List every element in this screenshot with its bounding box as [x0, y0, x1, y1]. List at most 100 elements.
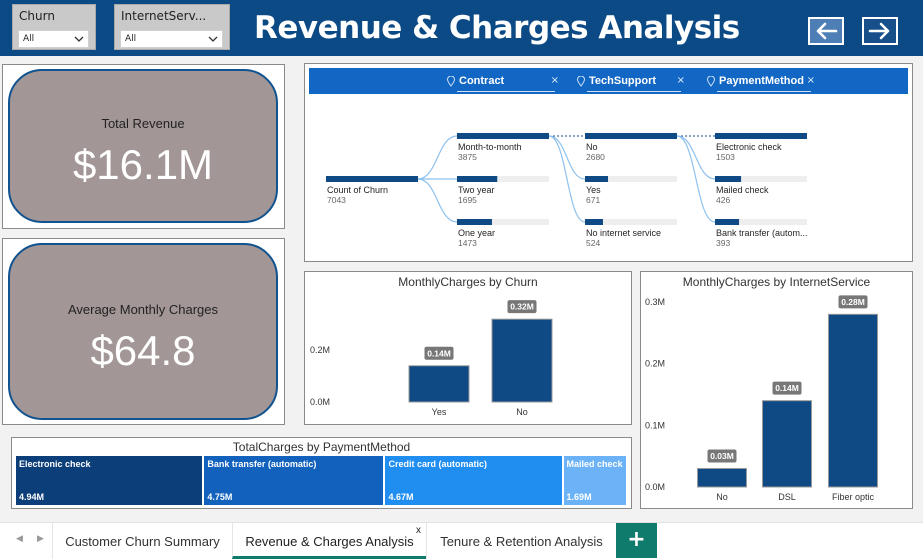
y-tick-label: 0.0M: [645, 482, 665, 492]
kpi-label: Average Monthly Charges: [67, 302, 219, 317]
tree-contract-node-value: 1473: [458, 238, 477, 248]
kpi-value: $16.1M: [72, 141, 214, 188]
x-tick-label: DSL: [778, 492, 796, 502]
tree-payment-node-bar: [715, 176, 742, 182]
tab-customer-churn-summary[interactable]: Customer Churn Summary: [52, 523, 232, 559]
decomposition-tree[interactable]: Contract × TechSupport × PaymentMethod ×…: [304, 63, 913, 262]
y-tick-label: 0.2M: [310, 345, 330, 355]
bar: [491, 318, 553, 403]
slicer-title: InternetServ...: [121, 9, 207, 23]
tree-techsupport-node-value: 2680: [586, 152, 605, 162]
slicer-value: All: [23, 34, 35, 44]
tree-techsupport-node-bar: [585, 219, 603, 225]
treemap-cell-value: 1.69M: [566, 492, 592, 502]
tree-link: [417, 135, 458, 180]
tab-revenue-charges-analysis[interactable]: Revenue & Charges Analysis x: [232, 523, 426, 559]
chevron-down-icon: [208, 36, 218, 42]
kpi-value: $64.8: [90, 327, 196, 374]
treemap-canvas: Electronic check 4.94M Bank transfer (auto…: [16, 438, 628, 508]
treemap-cell-label: Credit card (automatic): [388, 459, 488, 469]
data-label: 0.03M: [710, 451, 734, 461]
tab-scroll-left-icon[interactable]: ◀: [16, 534, 23, 544]
tree-payment-node-value: 393: [716, 238, 730, 248]
tab-scroll-right-icon[interactable]: ▶: [37, 534, 44, 544]
bar: [697, 468, 747, 488]
tab-label: Customer Churn Summary: [65, 534, 220, 549]
tree-link: [676, 135, 716, 223]
treemap-cell-label: Mailed check: [566, 459, 623, 469]
tree-techsupport-node-label: Yes: [586, 185, 601, 195]
arrow-right-icon: [868, 22, 890, 40]
bar-chart-canvas: 0.0M 0.2M 0.14M Yes 0.32M No: [310, 300, 553, 417]
treemap-cell-value: 4.67M: [388, 492, 414, 502]
tree-techsupport-node-value: 524: [586, 238, 600, 248]
tree-link: [548, 135, 586, 180]
treemap-cell[interactable]: Credit card (automatic) 4.67M: [385, 456, 564, 505]
tree-contract-node-label: Month-to-month: [458, 142, 522, 152]
y-tick-label: 0.0M: [310, 397, 330, 407]
tree-payment-node-value: 426: [716, 195, 730, 205]
treemap-cell[interactable]: Bank transfer (automatic) 4.75M: [204, 456, 386, 505]
total-revenue-card[interactable]: Total Revenue $16.1M: [8, 69, 278, 223]
churn-select[interactable]: All: [18, 30, 89, 48]
report-canvas: Churn All InternetServ... All Revenue & …: [0, 0, 923, 522]
tree-root-node-value: 7043: [327, 195, 346, 205]
data-label: 0.14M: [427, 348, 451, 358]
next-button[interactable]: [862, 17, 898, 45]
add-page-button[interactable]: +: [616, 523, 657, 558]
treemap-cell[interactable]: Mailed check 1.69M: [563, 456, 628, 505]
decomposition-tree-canvas: Count of Churn7043 Month-to-month3875 Two …: [326, 133, 808, 248]
close-tab-icon[interactable]: x: [416, 525, 421, 536]
treemap-cell-label: Bank transfer (automatic): [207, 459, 317, 469]
tree-payment-node-value: 1503: [716, 152, 735, 162]
page-tab-bar: ◀ ▶ Customer Churn Summary Revenue & Cha…: [0, 522, 923, 559]
x-tick-label: No: [516, 407, 528, 417]
slicer-value: All: [125, 34, 137, 44]
tree-contract-node-bar: [457, 219, 492, 225]
treemap-cell-value: 4.94M: [19, 492, 45, 502]
tree-contract-node-bar: [457, 133, 549, 139]
arrow-left-icon: [816, 22, 838, 40]
tree-techsupport-node-bar: [585, 133, 677, 139]
internet-service-slicer[interactable]: InternetServ... All: [114, 4, 230, 50]
tree-root-node-bar: [326, 176, 418, 182]
kpi-label: Total Revenue: [101, 116, 185, 131]
y-tick-label: 0.3M: [645, 297, 665, 307]
tree-techsupport-node-bar: [585, 176, 609, 182]
churn-slicer[interactable]: Churn All: [12, 4, 96, 50]
monthly-charges-by-churn-chart[interactable]: MonthlyCharges by Churn 0.0M 0.2M 0.14M Yes…: [304, 271, 632, 425]
bar: [408, 365, 470, 403]
tree-techsupport-node-label: No internet service: [586, 228, 661, 238]
data-label: 0.32M: [510, 302, 534, 312]
treemap-cell-label: Electronic check: [19, 459, 91, 469]
y-tick-label: 0.2M: [645, 359, 665, 369]
tree-payment-node-bar: [715, 219, 740, 225]
monthly-charges-by-internet-service-chart[interactable]: MonthlyCharges by InternetService 0.0M 0.…: [640, 271, 913, 509]
tree-contract-node-label: One year: [458, 228, 495, 238]
treemap-cell-value: 4.75M: [207, 492, 233, 502]
tree-link: [417, 178, 458, 223]
back-button[interactable]: [808, 17, 844, 45]
x-tick-label: Yes: [432, 407, 447, 417]
tree-contract-node-bar: [457, 176, 498, 182]
bar-chart-canvas: 0.0M 0.1M 0.2M 0.3M 0.03M No 0.14M DSL 0.28M Fibe…: [645, 295, 878, 502]
report-header: Churn All InternetServ... All Revenue & …: [0, 0, 923, 56]
tree-payment-node-bar: [715, 133, 807, 139]
tree-root-node-label: Count of Churn: [327, 185, 388, 195]
data-label: 0.28M: [841, 297, 865, 307]
total-revenue-panel: Total Revenue $16.1M: [2, 64, 285, 229]
internet-service-select[interactable]: All: [120, 30, 223, 48]
tree-techsupport-node-label: No: [586, 142, 598, 152]
x-tick-label: Fiber optic: [832, 492, 875, 502]
tab-label: Revenue & Charges Analysis: [245, 534, 414, 549]
bar: [828, 313, 878, 488]
tree-techsupport-node-value: 671: [586, 195, 600, 205]
tab-tenure-retention-analysis[interactable]: Tenure & Retention Analysis: [426, 523, 616, 559]
x-tick-label: No: [716, 492, 728, 502]
treemap-cell[interactable]: Electronic check 4.94M: [16, 456, 205, 505]
tree-contract-node-value: 1695: [458, 195, 477, 205]
avg-monthly-card[interactable]: Average Monthly Charges $64.8: [8, 243, 278, 420]
avg-monthly-panel: Average Monthly Charges $64.8: [2, 238, 285, 425]
total-charges-by-payment-method-chart[interactable]: TotalCharges by PaymentMethod Electronic…: [11, 437, 632, 509]
tab-label: Tenure & Retention Analysis: [440, 534, 603, 549]
